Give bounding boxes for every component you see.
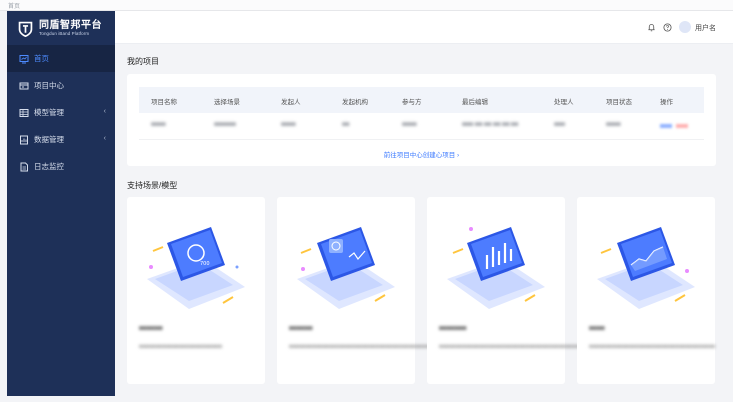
top-header: 用户名 xyxy=(115,11,733,44)
column-header: 参与方 xyxy=(402,99,422,106)
brand-subtitle: Tongdun iBand Platform xyxy=(39,30,90,36)
sidebar-item-home[interactable]: 首页 xyxy=(7,45,115,72)
monitor-icon xyxy=(19,54,29,63)
scene-card[interactable]: ■■■■ ■■■■■■■■■■■■■■■■■■■■■■■■■■■■■■■■■■■… xyxy=(577,197,715,384)
laptop-gauge-illustration: 700 xyxy=(147,227,245,309)
shield-logo-icon xyxy=(18,21,33,37)
table-cell: ■■■■ xyxy=(151,122,166,128)
document-icon xyxy=(20,162,28,171)
help-icon[interactable] xyxy=(663,23,672,32)
table-cell: ■■■ xyxy=(554,122,565,128)
avatar[interactable] xyxy=(679,21,691,33)
scene-name: ■■■■ xyxy=(589,325,605,332)
column-header: 选择场景 xyxy=(214,99,240,106)
sidebar: 同盾智邦平台 Tongdun iBand Platform 首页 项目中心 模型… xyxy=(7,11,115,396)
brand-logo[interactable]: 同盾智邦平台 Tongdun iBand Platform xyxy=(7,11,115,45)
scene-desc: ■■■■■■■■■■■■■■■■■■■■■■■■■ xyxy=(139,344,223,350)
sidebar-item-data[interactable]: 数据管理 ‹ xyxy=(7,126,115,153)
table-cell: ■■■■ xyxy=(606,122,621,128)
delete-action-button[interactable] xyxy=(676,124,688,128)
window-top-bar: 首页 xyxy=(0,0,733,11)
chevron-left-icon: ‹ xyxy=(103,135,106,142)
projects-section-title: 我的项目 xyxy=(127,57,159,66)
grid-icon xyxy=(19,108,29,117)
table-cell: ■■■■■■ xyxy=(214,122,236,128)
scene-name: ■■■■■■■ xyxy=(439,325,467,332)
sidebar-item-logs[interactable]: 日志监控 xyxy=(7,153,115,180)
create-project-link[interactable]: 前往项目中心创建心项目 › xyxy=(127,149,716,159)
scene-card[interactable]: ■■■■■■■ ■■■■■■■■■■■■■■■■■■■■■■■■■■■■■■■■… xyxy=(427,197,582,384)
window-tab-label: 首页 xyxy=(8,4,21,10)
laptop-line-chart-illustration xyxy=(597,227,695,309)
table-cell: ■■■■ xyxy=(402,122,417,128)
column-header: 最后编辑 xyxy=(462,99,488,106)
table-cell: ■■■■ xyxy=(281,122,296,128)
scene-desc: ■■■■■■■■■■■■■■■■■■■■■■■■■■■■■■■■■■■■■■■■… xyxy=(439,344,582,350)
username[interactable]: 用户名 xyxy=(695,23,716,33)
sidebar-item-label: 日志监控 xyxy=(34,162,64,171)
scene-name: ■■■■■■ xyxy=(139,325,163,332)
view-action-button[interactable] xyxy=(660,124,672,128)
sidebar-item-label: 模型管理 xyxy=(34,108,64,117)
sidebar-item-projects[interactable]: 项目中心 xyxy=(7,72,115,99)
column-header: 发起人 xyxy=(281,99,301,106)
brand-title: 同盾智邦平台 xyxy=(39,19,102,31)
projects-table-header: 项目名称 选择场景 发起人 发起机构 参与方 最后编辑 处理人 项目状态 操作 xyxy=(139,87,704,113)
sidebar-item-label: 数据管理 xyxy=(34,135,64,144)
column-header: 发起机构 xyxy=(342,99,368,106)
bell-icon[interactable] xyxy=(647,23,656,32)
svg-text:700: 700 xyxy=(200,261,210,267)
table-cell: ■■ xyxy=(342,122,350,128)
column-header: 项目状态 xyxy=(606,99,632,106)
column-header: 项目名称 xyxy=(151,99,177,106)
scene-desc: ■■■■■■■■■■■■■■■■■■■■■■■■■■■■■■■■■■■■■■ xyxy=(589,344,716,350)
chart-doc-icon xyxy=(20,135,28,144)
scene-card[interactable]: 700 ■■■■■■ ■■■■■■■■■■■■■■■■■■■■■■■■■ xyxy=(127,197,265,384)
card-icon xyxy=(19,82,29,89)
scene-desc: ■■■■■■■■■■■■■■■■■■■■■■■■■■■■■■■■■■■■■■■■… xyxy=(289,344,439,350)
laptop-dashboard-illustration xyxy=(297,227,395,309)
sidebar-item-models[interactable]: 模型管理 ‹ xyxy=(7,99,115,126)
column-header: 操作 xyxy=(660,99,673,106)
sidebar-item-label: 项目中心 xyxy=(34,81,64,90)
scene-name: ■■■■■■ xyxy=(289,325,313,332)
table-row[interactable]: ■■■■ ■■■■■■ ■■■■ ■■ ■■■■ ■■■-■■-■■ ■■:■■… xyxy=(139,113,704,140)
column-header: 处理人 xyxy=(554,99,574,106)
scenes-section-title: 支持场景/模型 xyxy=(127,181,178,190)
sidebar-item-label: 首页 xyxy=(34,54,49,63)
projects-card: 项目名称 选择场景 发起人 发起机构 参与方 最后编辑 处理人 项目状态 操作 … xyxy=(127,74,716,166)
table-cell: ■■■-■■-■■ ■■:■■:■■ xyxy=(462,122,519,128)
laptop-bar-chart-illustration xyxy=(447,227,545,309)
chevron-left-icon: ‹ xyxy=(103,108,106,115)
scene-card[interactable]: ■■■■■■ ■■■■■■■■■■■■■■■■■■■■■■■■■■■■■■■■■… xyxy=(277,197,439,384)
